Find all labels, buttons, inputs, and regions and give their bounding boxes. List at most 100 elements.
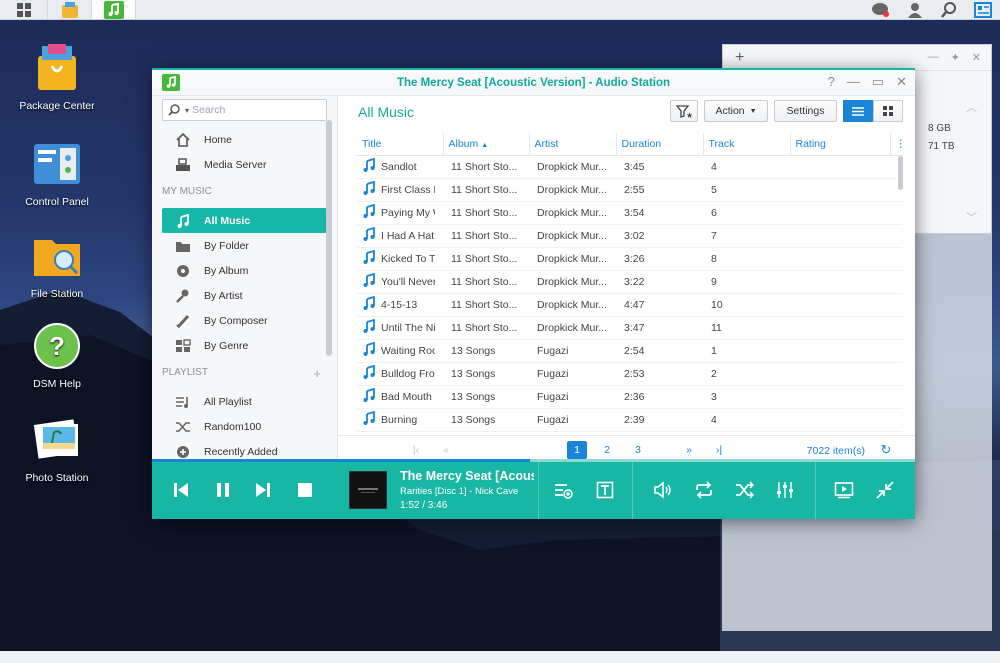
- cell-album: 13 Songs: [443, 408, 529, 432]
- maximize-icon[interactable]: ▭: [872, 74, 884, 90]
- desktop-icon-package-center[interactable]: Package Center: [14, 44, 100, 113]
- add-playlist-icon[interactable]: +: [313, 366, 321, 381]
- table-row[interactable]: Paying My W 11 Short Sto...Dropkick Mur..…: [357, 201, 902, 225]
- table-row[interactable]: Sandlot 11 Short Sto... Dropkick Mur... 3:4…: [357, 155, 902, 179]
- volume-button[interactable]: [652, 479, 674, 501]
- refresh-icon[interactable]: ↻: [877, 441, 895, 459]
- song-title: You'll Never: [381, 275, 435, 288]
- lyrics-button[interactable]: [594, 479, 616, 501]
- folder-icon: [176, 241, 190, 252]
- pin-icon[interactable]: ✦: [951, 51, 960, 64]
- minimize-icon[interactable]: —: [928, 51, 939, 64]
- column-header-title[interactable]: Title: [357, 133, 444, 156]
- pause-button[interactable]: [212, 479, 234, 501]
- column-header-duration[interactable]: Duration: [616, 133, 704, 156]
- cell-track: 8: [703, 247, 790, 271]
- previous-page-icon[interactable]: «: [437, 441, 455, 459]
- sidebar-item-recently-added[interactable]: Recently Added: [162, 439, 327, 461]
- taskbar-audio-station[interactable]: [92, 0, 136, 19]
- table-row[interactable]: Waiting Roo 13 Songs Fugazi 2:54 1: [357, 339, 902, 363]
- sidebar-item-by-genre[interactable]: By Genre: [162, 333, 327, 358]
- user-button[interactable]: [898, 0, 932, 19]
- list-view-button[interactable]: [843, 100, 873, 122]
- filter-button[interactable]: ★: [670, 100, 698, 122]
- action-button[interactable]: Action ▼: [704, 100, 768, 122]
- search-input[interactable]: ▾ Search: [162, 99, 327, 121]
- cell-rating: [790, 270, 890, 294]
- table-scrollbar[interactable]: [898, 156, 903, 190]
- caret-down-icon: ▼: [749, 107, 757, 115]
- equalizer-button[interactable]: [774, 479, 796, 501]
- cell-artist: Fugazi: [529, 339, 616, 363]
- settings-button[interactable]: Settings: [774, 100, 837, 122]
- column-header-artist[interactable]: Artist: [529, 133, 617, 156]
- genre-icon: [176, 338, 191, 352]
- repeat-button[interactable]: [693, 479, 715, 501]
- table-row[interactable]: 4-15-13 11 Short Sto... Dropkick Mur... 4:4…: [357, 293, 902, 317]
- cell-artist: Dropkick Mur...: [529, 316, 616, 340]
- sidebar-item-random100[interactable]: Random100: [162, 414, 327, 439]
- chevron-down-icon[interactable]: ﹀: [966, 209, 977, 225]
- previous-button[interactable]: [170, 479, 192, 501]
- main-menu-button[interactable]: [0, 0, 48, 19]
- table-row[interactable]: Bad Mouth 13 Songs Fugazi 2:36 3: [357, 385, 902, 409]
- sidebar-item-by-artist[interactable]: By Artist: [162, 283, 327, 308]
- close-icon[interactable]: ✕: [972, 51, 981, 64]
- sidebar-item-all-playlist[interactable]: All Playlist: [162, 389, 327, 414]
- playback-progress[interactable]: [152, 459, 915, 462]
- desktop-icon-label: Photo Station: [25, 472, 89, 484]
- sidebar-item-label: Home: [204, 133, 233, 146]
- next-button[interactable]: [252, 479, 274, 501]
- cell-rating: [790, 362, 890, 386]
- first-page-icon[interactable]: |‹: [408, 441, 424, 459]
- desktop-icon-dsm-help[interactable]: ? DSM Help: [14, 322, 100, 391]
- sidebar-item-all-music[interactable]: All Music: [162, 208, 327, 233]
- table-row[interactable]: I Had A Hat 11 Short Sto... Dropkick Mur..…: [357, 224, 902, 248]
- desktop-icon-control-panel[interactable]: Control Panel: [14, 140, 100, 209]
- grid-view-button[interactable]: [873, 100, 903, 122]
- sidebar-item-home[interactable]: Home: [162, 127, 327, 152]
- help-icon[interactable]: ?: [828, 74, 835, 90]
- widgets-button[interactable]: [966, 0, 1000, 19]
- cell-rating: [790, 224, 890, 248]
- add-to-queue-button[interactable]: [552, 479, 574, 501]
- page-1-button[interactable]: 1: [567, 441, 587, 459]
- page-3-button[interactable]: 3: [628, 441, 648, 459]
- search-button[interactable]: [932, 0, 966, 19]
- cell-album: 11 Short Sto...: [443, 224, 529, 248]
- desktop-icon-photo-station[interactable]: Photo Station: [14, 416, 100, 485]
- column-header-rating[interactable]: Rating: [790, 133, 891, 156]
- taskbar-package-center[interactable]: [48, 0, 92, 19]
- sidebar-item-by-album[interactable]: By Album: [162, 258, 327, 283]
- next-page-icon[interactable]: »: [680, 441, 698, 459]
- storage-size: 8 GB: [928, 123, 951, 134]
- page-2-button[interactable]: 2: [597, 441, 617, 459]
- table-row[interactable]: You'll Never 11 Short Sto... Dropkick Mur.…: [357, 270, 902, 294]
- minimize-icon[interactable]: —: [847, 74, 860, 90]
- chevron-up-icon[interactable]: ︿: [966, 99, 977, 115]
- table-row[interactable]: Bulldog Fro 13 Songs Fugazi 2:53 2: [357, 362, 902, 386]
- stop-button[interactable]: [294, 479, 316, 501]
- desktop-icon-file-station[interactable]: File Station: [14, 232, 100, 301]
- last-page-icon[interactable]: ›|: [710, 441, 728, 459]
- cell-extra: [890, 201, 902, 225]
- column-header-track[interactable]: Track: [703, 133, 791, 156]
- sidebar-scrollbar[interactable]: [326, 120, 332, 356]
- notifications-button[interactable]: [864, 0, 898, 19]
- sidebar-item-by-folder[interactable]: By Folder: [162, 233, 327, 258]
- close-icon[interactable]: ✕: [896, 74, 907, 90]
- mini-player-button[interactable]: [874, 479, 896, 501]
- column-header-album[interactable]: Album ▲: [443, 133, 530, 156]
- add-icon[interactable]: +: [735, 49, 744, 67]
- column-header-more[interactable]: ⋮: [890, 133, 902, 156]
- music-note-icon: [361, 341, 381, 359]
- table-row[interactable]: Burning 13 Songs Fugazi 2:39 4: [357, 408, 902, 432]
- window-titlebar[interactable]: The Mercy Seat [Acoustic Version] - Audi…: [152, 70, 915, 96]
- sidebar-item-by-composer[interactable]: By Composer: [162, 308, 327, 333]
- sidebar-item-media-server[interactable]: Media Server: [162, 152, 327, 177]
- table-row[interactable]: Kicked To Th 11 Short Sto...Dropkick Mur.…: [357, 247, 902, 271]
- video-mode-button[interactable]: [833, 479, 855, 501]
- shuffle-button[interactable]: [734, 479, 756, 501]
- table-row[interactable]: Until The Ni 11 Short Sto... Dropkick Mur.…: [357, 316, 902, 340]
- table-row[interactable]: First Class L 11 Short Sto... Dropkick Mur…: [357, 178, 902, 202]
